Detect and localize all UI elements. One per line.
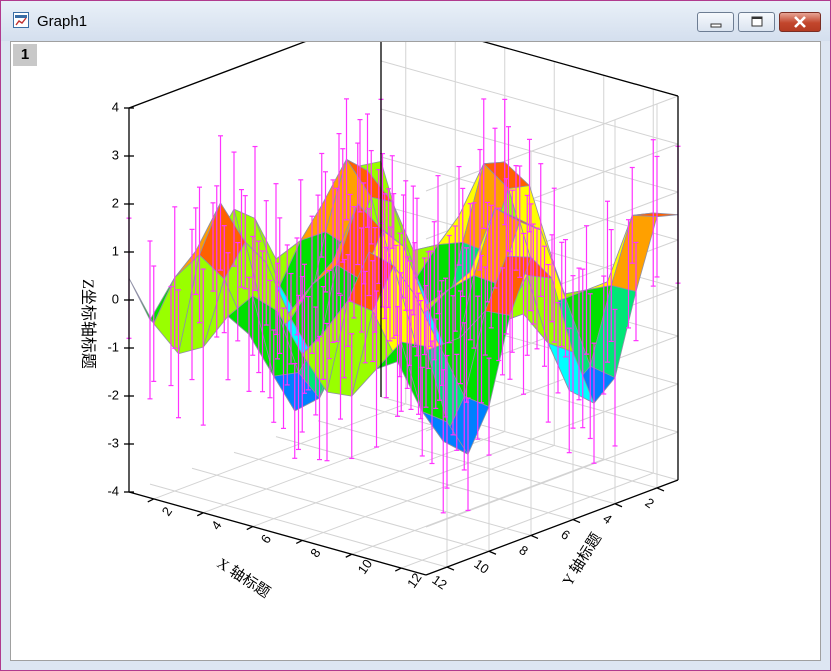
top-edge-left: [128, 42, 306, 109]
z-tick-label: 2: [112, 195, 119, 210]
z-tick-label: 1: [112, 243, 119, 258]
graph-window: Graph1 1 4 3 2 1 0 -1 -2 -3 -4 2 4 6 8 10 12 2 4 6 8 10 12 Z…: [0, 0, 831, 671]
x-tick-label: 6: [558, 526, 573, 542]
x-axis-line: [128, 491, 427, 576]
y-tick: [246, 526, 254, 531]
z-tick-label: -3: [107, 435, 119, 450]
top-edge-right: [482, 42, 679, 97]
graph-page[interactable]: 1 4 3 2 1 0 -1 -2 -3 -4 2 4 6 8 10 12 2 4 6 8 10 12 Z坐标轴标题 X…: [10, 41, 821, 661]
maximize-button[interactable]: [738, 12, 775, 32]
z-tick-label: -1: [107, 339, 119, 354]
x-tick-label: 8: [516, 542, 531, 558]
y-tick: [147, 498, 155, 503]
x-tick: [572, 518, 581, 524]
window-title: Graph1: [37, 13, 88, 30]
grid-line: [275, 436, 574, 521]
y-tick-label: 8: [307, 546, 323, 561]
y-tick: [345, 553, 353, 558]
x-tick: [488, 550, 497, 555]
grid-line: [359, 404, 658, 489]
z-tick-label: 0: [112, 291, 119, 306]
x-tick-label: 2: [642, 495, 657, 511]
y-tick: [295, 539, 303, 544]
grid-line: [482, 42, 679, 97]
minimize-icon: [710, 23, 721, 28]
x-tick: [656, 487, 665, 492]
grid-line: [191, 467, 490, 552]
x-tick-label: 4: [600, 511, 615, 527]
x-tick: [530, 534, 539, 540]
close-icon: [794, 16, 806, 28]
z-tick-label: 4: [112, 99, 119, 114]
minimize-button[interactable]: [697, 12, 734, 32]
title-bar[interactable]: Graph1: [1, 1, 830, 41]
z-tick-label: 3: [112, 147, 119, 162]
x-tick-label: 10: [471, 556, 491, 577]
grid-line: [401, 472, 654, 569]
y-tick-label: 2: [159, 504, 175, 519]
grid-line: [425, 95, 679, 192]
close-button[interactable]: [779, 12, 821, 32]
y-tick-label: 4: [208, 518, 224, 533]
grid-line: [203, 417, 456, 514]
y-tick: [196, 512, 204, 517]
z-axis-title: Z坐标轴标题: [79, 279, 97, 369]
grid-line: [149, 483, 448, 568]
grid-line: [233, 451, 532, 536]
y-tick-label: 6: [258, 532, 274, 547]
x-tick: [446, 566, 455, 571]
maximize-icon: [751, 16, 762, 27]
x-tick: [614, 503, 623, 508]
graph-window-icon[interactable]: [13, 12, 29, 28]
x-tick-label: 12: [429, 572, 449, 593]
z-tick-label: -4: [107, 483, 119, 498]
grid-line: [153, 403, 406, 500]
z-tick-label: -2: [107, 387, 119, 402]
x-axis-title: X 轴标题: [214, 555, 273, 602]
surface-plot[interactable]: 43210-1-2-3-42468101224681012 Z坐标轴标题 X 轴…: [11, 42, 821, 661]
grid-line: [380, 60, 679, 145]
y-tick: [394, 567, 402, 572]
y-axis-line: [425, 479, 679, 576]
